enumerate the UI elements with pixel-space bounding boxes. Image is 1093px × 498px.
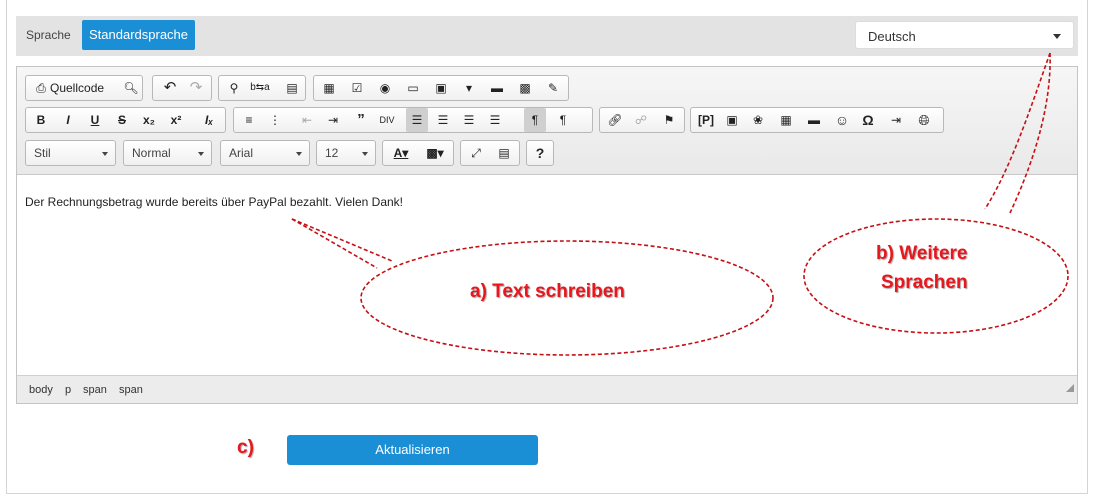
checkbox-icon[interactable]: ☑ xyxy=(346,78,368,98)
textfield-icon[interactable]: ▭ xyxy=(402,78,424,98)
image-button-icon[interactable]: ▩ xyxy=(514,78,536,98)
resize-handle-icon[interactable] xyxy=(1066,384,1074,392)
maximize-button[interactable]: ⤢ xyxy=(465,143,487,163)
superscript-button[interactable]: x² xyxy=(165,110,187,130)
redo-button[interactable]: ↷ xyxy=(185,78,207,98)
unlink-button[interactable]: ☍ xyxy=(630,110,652,130)
chevron-down-icon xyxy=(1053,34,1061,39)
format-combo-value: Normal xyxy=(132,146,171,160)
special-char-button[interactable]: Ω xyxy=(857,110,879,130)
annotation-c: c) xyxy=(237,437,254,458)
tab-standard-language[interactable]: Standardsprache xyxy=(82,20,196,50)
bold-button[interactable]: B xyxy=(30,110,52,130)
align-center-button[interactable]: ☰ xyxy=(432,110,454,130)
language-select-value: Deutsch xyxy=(868,29,916,44)
text-color-button[interactable]: A▾ xyxy=(387,143,415,163)
toolbar-group-tools: ⤢ ▤ xyxy=(460,140,520,166)
font-size-combo[interactable]: 12 xyxy=(316,140,376,166)
toolbar-group-source: ⎙ Quellcode 🔍︎ xyxy=(25,75,143,101)
flash-button[interactable]: ❀ xyxy=(747,110,769,130)
justify-button[interactable]: ☰ xyxy=(484,110,506,130)
select-field-icon[interactable]: ▾ xyxy=(458,78,480,98)
rich-text-editor: ⎙ Quellcode 🔍︎ ↶ ↷ ⚲ b⇆a ▤ ▦ ☑ ◉ ▭ ▣ ▾ ▬… xyxy=(16,66,1078,404)
link-button[interactable]: 🔗︎ xyxy=(604,110,626,130)
toolbar-group-links: 🔗︎ ☍ ⚑ xyxy=(599,107,685,133)
undo-button[interactable]: ↶ xyxy=(159,78,181,98)
italic-button[interactable]: I xyxy=(57,110,79,130)
source-code-icon: ⎙ xyxy=(36,81,46,95)
smiley-button[interactable]: ☺ xyxy=(831,110,853,130)
align-left-button[interactable]: ☰ xyxy=(406,108,428,132)
indent-button[interactable]: ⇥ xyxy=(322,110,344,130)
strike-button[interactable]: S xyxy=(111,110,133,130)
chevron-down-icon xyxy=(102,152,108,156)
select-all-button[interactable]: ▤ xyxy=(281,78,303,98)
update-button[interactable]: Aktualisieren xyxy=(287,435,538,465)
source-code-button[interactable]: Quellcode xyxy=(50,81,104,95)
page-break-button[interactable]: ⇥ xyxy=(885,110,907,130)
editor-toolbar: ⎙ Quellcode 🔍︎ ↶ ↷ ⚲ b⇆a ▤ ▦ ☑ ◉ ▭ ▣ ▾ ▬… xyxy=(17,67,1077,175)
textarea-icon[interactable]: ▣ xyxy=(430,78,452,98)
align-right-button[interactable]: ☰ xyxy=(458,110,480,130)
path-item-span[interactable]: span xyxy=(119,384,143,396)
path-item-span[interactable]: span xyxy=(83,384,107,396)
find-button[interactable]: ⚲ xyxy=(223,78,245,98)
button-field-icon[interactable]: ▬ xyxy=(486,78,508,98)
background-color-button[interactable]: ▩▾ xyxy=(421,143,449,163)
replace-button[interactable]: b⇆a xyxy=(249,78,271,98)
numbered-list-button[interactable]: ≡ xyxy=(238,110,260,130)
image-button[interactable]: ▣ xyxy=(721,110,743,130)
blockquote-button[interactable]: ” xyxy=(350,110,372,130)
toolbar-group-insert: [P] ▣ ❀ ▦ ▬ ☺ Ω ⇥ 🌐︎ xyxy=(690,107,944,133)
show-blocks-button[interactable]: ▤ xyxy=(493,143,515,163)
iframe-button[interactable]: 🌐︎ xyxy=(913,110,935,130)
placeholder-button[interactable]: [P] xyxy=(695,110,717,130)
subscript-button[interactable]: x₂ xyxy=(138,110,160,130)
anchor-button[interactable]: ⚑ xyxy=(658,110,680,130)
font-size-combo-value: 12 xyxy=(325,146,339,160)
rtl-button[interactable]: ¶ xyxy=(552,110,574,130)
toolbar-group-help: ? xyxy=(526,140,554,166)
language-bar: Sprache Standardsprache Deutsch xyxy=(16,16,1078,56)
toolbar-group-paragraph: ≡ ⋮ ⇤ ⇥ ” DIV ☰ ☰ ☰ ☰ ¶ ¶ xyxy=(233,107,593,133)
element-path-bar: body p span span xyxy=(17,375,1077,403)
style-combo[interactable]: Stil xyxy=(25,140,116,166)
chevron-down-icon xyxy=(362,152,368,156)
hidden-field-icon[interactable]: ✎ xyxy=(542,78,564,98)
toolbar-group-undo: ↶ ↷ xyxy=(152,75,212,101)
remove-format-button[interactable]: Iₓ xyxy=(198,110,220,130)
font-combo[interactable]: Arial xyxy=(220,140,310,166)
help-button[interactable]: ? xyxy=(529,143,551,163)
toolbar-group-colors: A▾ ▩▾ xyxy=(382,140,454,166)
table-button[interactable]: ▦ xyxy=(775,110,797,130)
editor-paragraph[interactable]: Der Rechnungsbetrag wurde bereits über P… xyxy=(25,195,403,209)
path-item-body[interactable]: body xyxy=(29,384,53,396)
path-item-p[interactable]: p xyxy=(65,384,71,396)
chevron-down-icon xyxy=(198,152,204,156)
toolbar-group-find: ⚲ b⇆a ▤ xyxy=(218,75,306,101)
outdent-button[interactable]: ⇤ xyxy=(296,110,318,130)
underline-button[interactable]: U xyxy=(84,110,106,130)
horizontal-line-button[interactable]: ▬ xyxy=(803,110,825,130)
ltr-button[interactable]: ¶ xyxy=(524,108,546,132)
language-select[interactable]: Deutsch xyxy=(855,21,1074,49)
annotation-a: a) Text schreiben xyxy=(470,281,625,302)
div-container-button[interactable]: DIV xyxy=(376,110,398,130)
language-label: Sprache xyxy=(26,28,71,42)
annotation-b-line1: b) Weitere xyxy=(876,243,968,264)
chevron-down-icon xyxy=(296,152,302,156)
bulleted-list-button[interactable]: ⋮ xyxy=(264,110,286,130)
annotation-b-line2: Sprachen xyxy=(881,272,968,293)
form-icon[interactable]: ▦ xyxy=(318,78,340,98)
format-combo[interactable]: Normal xyxy=(123,140,212,166)
style-combo-value: Stil xyxy=(34,146,51,160)
preview-button[interactable]: 🔍︎ xyxy=(120,78,142,98)
font-combo-value: Arial xyxy=(229,146,254,160)
radio-icon[interactable]: ◉ xyxy=(374,78,396,98)
toolbar-group-basic-styles: B I U S x₂ x² Iₓ xyxy=(25,107,226,133)
toolbar-group-forms: ▦ ☑ ◉ ▭ ▣ ▾ ▬ ▩ ✎ xyxy=(313,75,569,101)
